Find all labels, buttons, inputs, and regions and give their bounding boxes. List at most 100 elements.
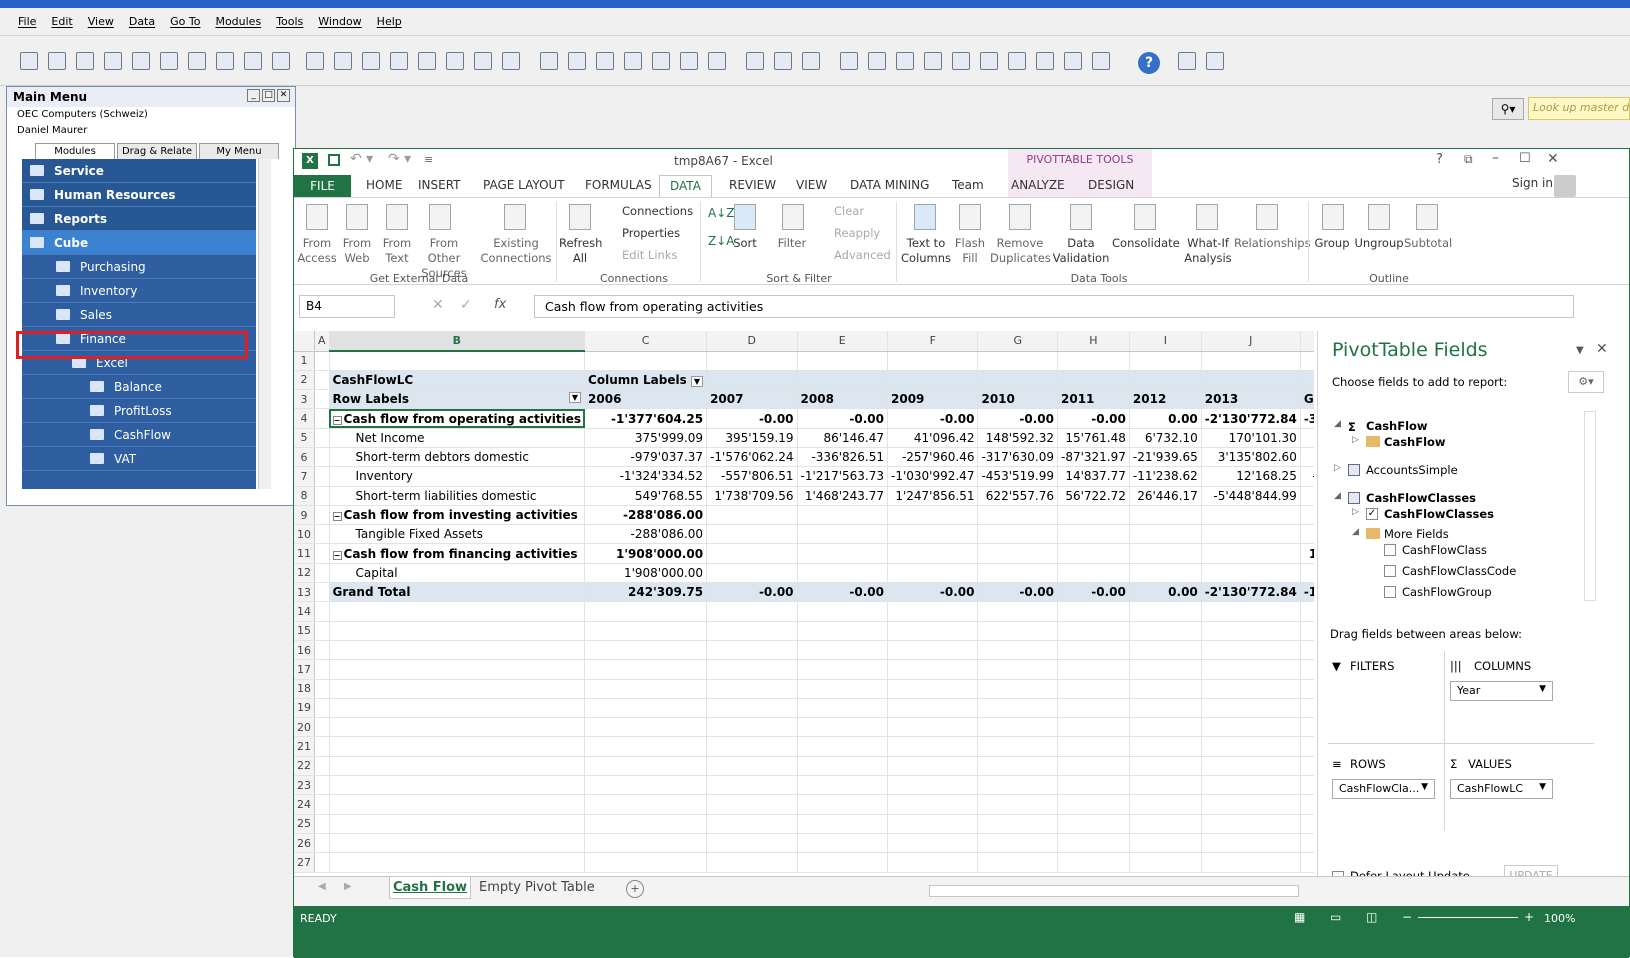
row-header[interactable]: 8 (294, 486, 315, 506)
from-web-button[interactable]: From Web (339, 236, 375, 266)
add-sheet-icon[interactable]: + (626, 880, 644, 898)
windows-icon[interactable] (980, 52, 998, 70)
settings-icon[interactable] (1092, 52, 1110, 70)
zoom-slider[interactable] (1418, 917, 1518, 918)
cell[interactable] (314, 659, 330, 680)
cell[interactable] (797, 679, 889, 699)
pivot-row-label[interactable]: Short-term liabilities domestic (329, 486, 586, 506)
cell[interactable] (1300, 679, 1314, 699)
menu-item-purchasing[interactable]: Purchasing (22, 255, 256, 279)
pivot-value-cell[interactable]: 3'135'802.60 (1201, 447, 1301, 468)
cell[interactable] (706, 756, 798, 777)
cell[interactable] (584, 775, 708, 796)
formula-input[interactable]: Cash flow from operating activities (534, 295, 1574, 318)
pivot-value-cell[interactable]: 1'908'000.00 (1300, 543, 1314, 564)
cell[interactable] (584, 621, 708, 641)
menu-item-service[interactable]: Service (22, 159, 256, 183)
cell[interactable] (797, 736, 889, 757)
cell[interactable] (329, 717, 586, 738)
help-question-icon[interactable]: ? (1436, 152, 1443, 167)
cell[interactable] (797, 601, 889, 622)
pivot-row-label[interactable]: − Cash flow from investing activities (329, 505, 586, 526)
cell[interactable] (329, 698, 586, 719)
properties-button[interactable]: Properties (622, 226, 680, 241)
cell[interactable] (329, 775, 586, 796)
field-item[interactable]: CashFlowClasses (1366, 491, 1476, 505)
scroll-left-icon[interactable]: ◀ (318, 881, 326, 892)
excel-export-icon[interactable] (160, 52, 178, 70)
year-header[interactable]: 2007 (706, 389, 798, 410)
row-header[interactable]: 17 (294, 659, 315, 680)
cell[interactable] (887, 814, 979, 834)
avatar[interactable] (1554, 175, 1576, 197)
cycle-icon[interactable] (952, 52, 970, 70)
pivot-row-label[interactable]: Net Income (329, 428, 586, 448)
cell[interactable] (329, 621, 586, 641)
pivot-value-cell[interactable]: -0.00 (706, 408, 798, 429)
cell[interactable] (1300, 775, 1314, 796)
cell[interactable] (797, 794, 889, 815)
menu-file[interactable]: File (18, 15, 36, 28)
cell[interactable] (797, 756, 889, 777)
cell[interactable] (314, 775, 330, 796)
pivot-value-cell[interactable] (977, 505, 1058, 526)
cell[interactable] (314, 447, 330, 468)
pivot-value-cell[interactable]: 1'239'588.37 (1300, 428, 1314, 448)
window-alt-icon[interactable] (1206, 52, 1224, 70)
cell[interactable] (329, 756, 586, 777)
pivot-value-cell[interactable] (706, 505, 798, 526)
cell[interactable] (1057, 833, 1130, 854)
pivot-value-cell[interactable]: -257'960.46 (887, 447, 979, 468)
cell[interactable] (1057, 756, 1130, 777)
row-header[interactable]: 24 (294, 794, 315, 815)
cell[interactable] (977, 814, 1058, 834)
field-checkbox[interactable] (1384, 586, 1396, 598)
cell[interactable] (329, 833, 586, 854)
pivot-value-cell[interactable] (706, 524, 798, 545)
pivot-value-cell[interactable]: -453'519.99 (977, 466, 1058, 487)
pivot-value-cell[interactable] (706, 543, 798, 564)
cell[interactable] (1300, 621, 1314, 641)
cell[interactable] (887, 775, 979, 796)
close-window-icon[interactable]: ✕ (1547, 151, 1559, 167)
binoculars-icon[interactable] (306, 52, 324, 70)
zoom-level[interactable]: 100% (1544, 912, 1575, 925)
flash-fill-button[interactable]: Flash Fill (954, 236, 986, 266)
year-header[interactable]: 2009 (887, 389, 979, 410)
cell[interactable] (706, 814, 798, 834)
cell[interactable] (1129, 756, 1202, 777)
collapse-icon[interactable]: ◢ (1334, 419, 1341, 429)
cell[interactable] (584, 698, 708, 719)
cell[interactable] (887, 679, 979, 699)
cell[interactable] (797, 351, 889, 371)
pivot-value-cell[interactable]: 375'999.09 (584, 428, 708, 448)
cell[interactable] (1300, 736, 1314, 757)
row-header[interactable]: 27 (294, 852, 315, 873)
row-header[interactable]: 1 (294, 351, 315, 371)
row-header[interactable]: 6 (294, 447, 315, 468)
pivot-value-cell[interactable]: -0.00 (887, 582, 979, 603)
report-icon[interactable] (774, 52, 792, 70)
cell[interactable] (706, 601, 798, 622)
year-header[interactable]: Grand Total (1300, 389, 1314, 410)
cell[interactable] (1129, 659, 1202, 680)
edit-icon[interactable] (746, 52, 764, 70)
cell[interactable] (329, 659, 586, 680)
row-header[interactable]: 26 (294, 833, 315, 854)
tab-page-layout[interactable]: PAGE LAYOUT (483, 178, 565, 192)
cell[interactable] (797, 370, 889, 391)
pivot-value-cell[interactable] (1201, 505, 1301, 526)
menu-item-cashflow[interactable]: CashFlow (22, 423, 256, 447)
cell[interactable] (1057, 659, 1130, 680)
pivot-value-cell[interactable]: 26'446.17 (1129, 486, 1202, 506)
tab-view[interactable]: VIEW (796, 178, 827, 192)
cell[interactable] (887, 601, 979, 622)
pivot-value-cell[interactable]: -979'037.37 (584, 447, 708, 468)
pivot-value-cell[interactable] (1129, 563, 1202, 584)
pivot-value-cell[interactable]: -2'130'772.84 (1201, 408, 1301, 429)
cell[interactable] (314, 717, 330, 738)
cell[interactable] (329, 814, 586, 834)
field-item[interactable]: CashFlowClass (1402, 543, 1487, 557)
tab-insert[interactable]: INSERT (418, 178, 461, 192)
row-header[interactable]: 19 (294, 698, 315, 719)
